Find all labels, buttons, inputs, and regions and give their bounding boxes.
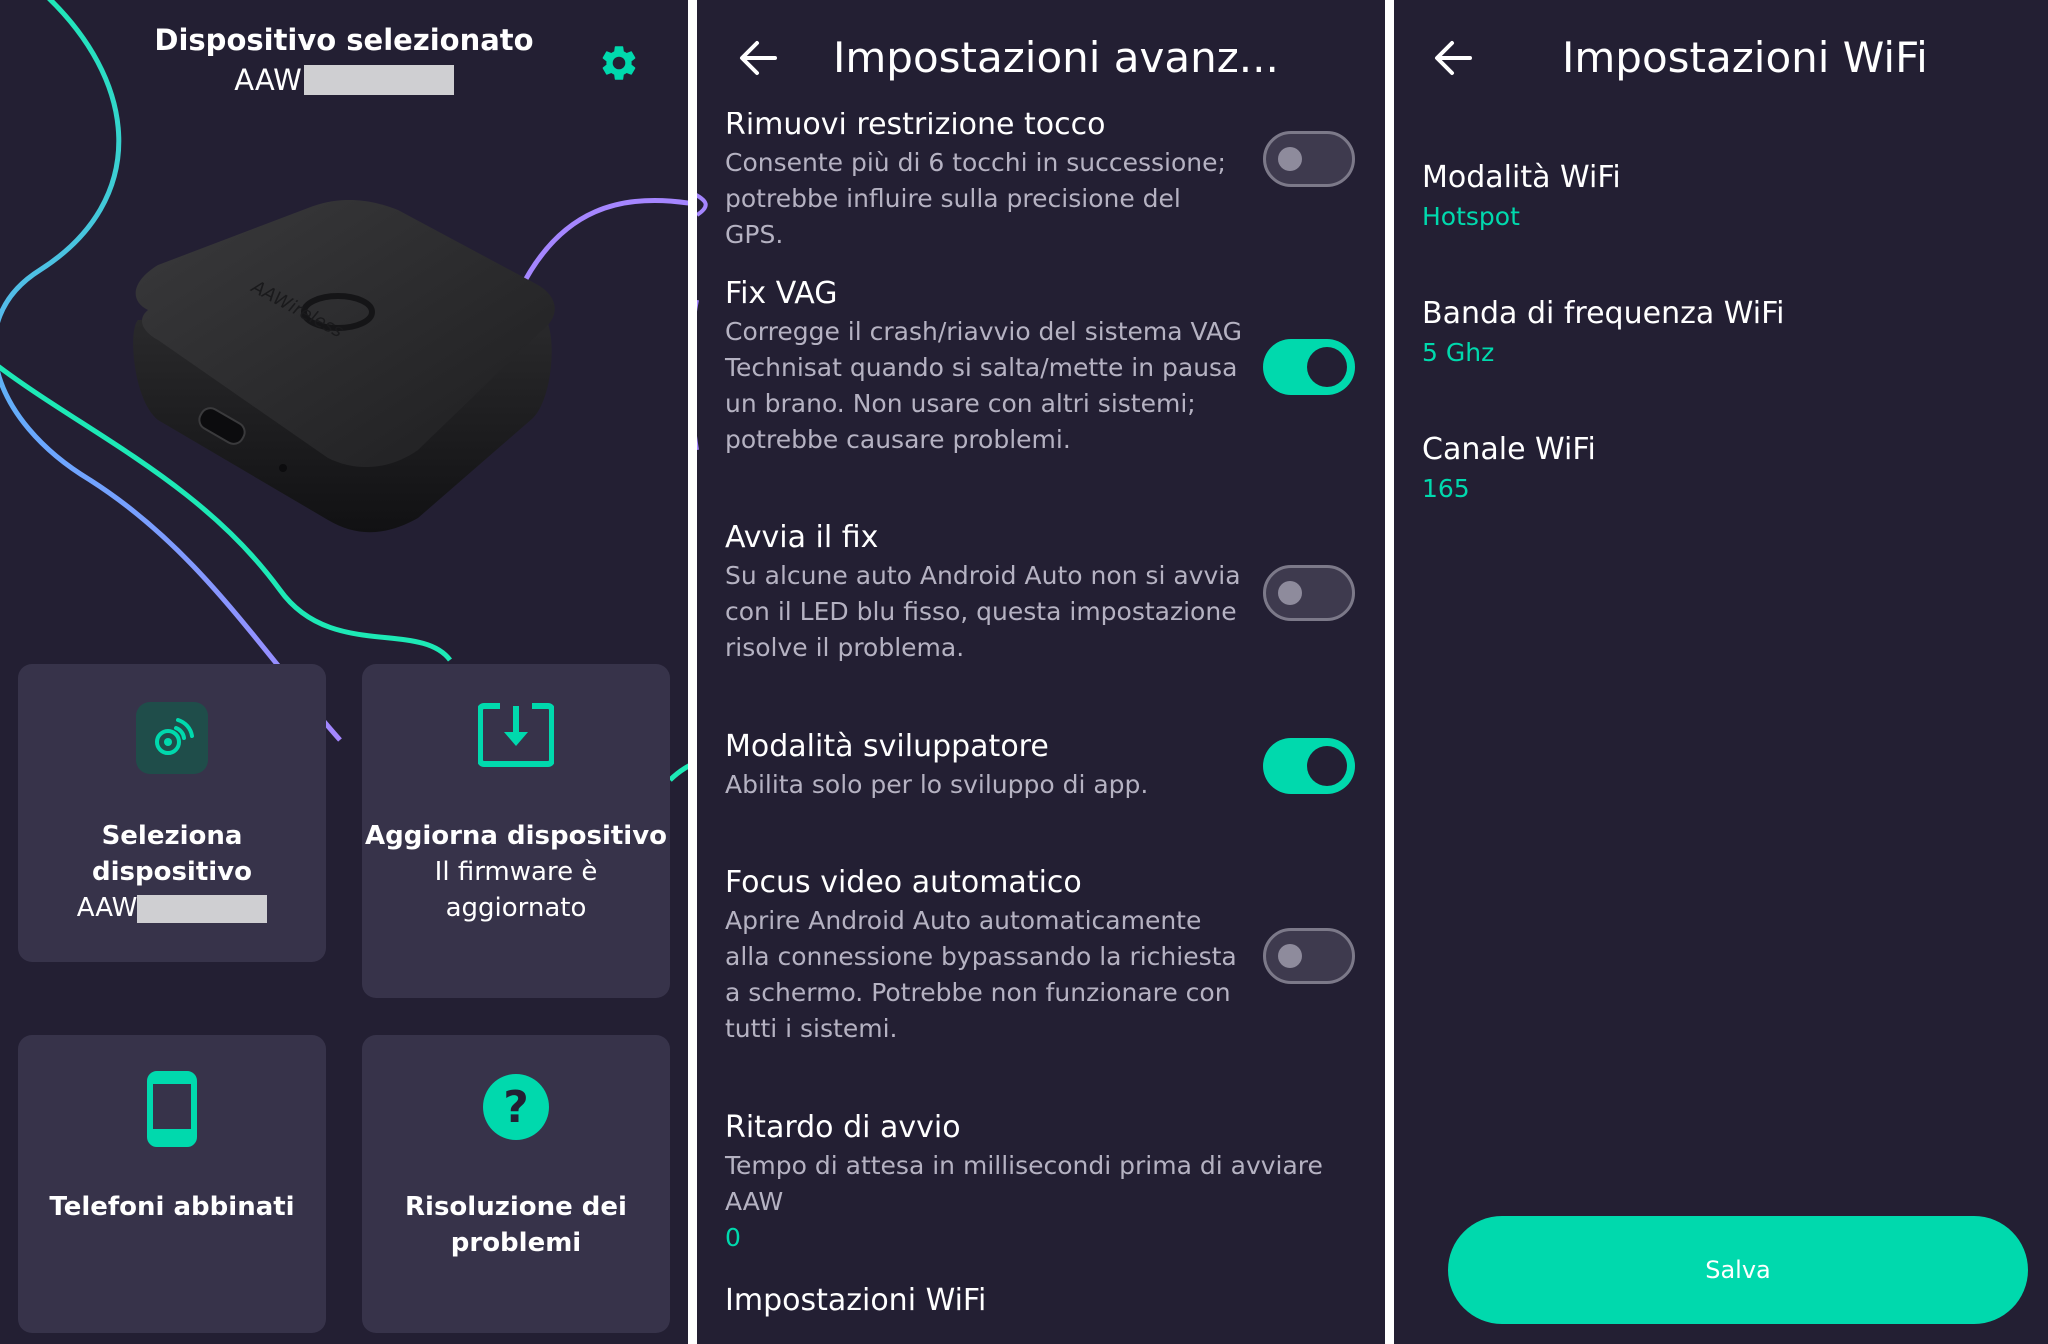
app-bar: Impostazioni avanz... (697, 0, 1385, 112)
touch-restriction-toggle[interactable] (1263, 131, 1355, 187)
device-image: AAWireless (133, 200, 555, 533)
selected-device-header: Dispositivo selezionato AAW (0, 20, 688, 100)
developer-mode-toggle[interactable] (1263, 738, 1355, 794)
boot-fix-toggle[interactable] (1263, 565, 1355, 621)
wifi-channel-item[interactable]: Canale WiFi 165 (1422, 430, 1596, 508)
setting-description: Su alcune auto Android Auto non si avvia… (725, 561, 1241, 662)
setting-description: Consente più di 6 tocchi in successione;… (725, 148, 1226, 249)
setting-title: Focus video automatico (725, 865, 1082, 900)
setting-title: Ritardo di avvio (725, 1110, 961, 1145)
auto-video-focus-toggle[interactable] (1263, 928, 1355, 984)
wifi-band-value: 5 Ghz (1422, 338, 1495, 367)
svg-text:?: ? (503, 1082, 529, 1133)
update-device-card[interactable]: Aggiorna dispositivo Il firmware è aggio… (362, 664, 670, 998)
smartphone-icon (147, 1071, 197, 1147)
save-button[interactable]: Salva (1448, 1216, 2028, 1324)
setting-description: Tempo di attesa in millisecondi prima di… (725, 1151, 1323, 1216)
selected-device-id: AAW (234, 60, 454, 100)
setting-title: Impostazioni WiFi (725, 1283, 987, 1318)
setting-title: Avvia il fix (725, 520, 879, 555)
fix-vag-toggle[interactable] (1263, 339, 1355, 395)
setting-wifi-settings[interactable]: Impostazioni WiFi (725, 1281, 1357, 1321)
update-device-title: Aggiorna dispositivo (364, 821, 668, 851)
setting-touch-restriction[interactable]: Rimuovi restrizione tocco Consente più d… (725, 105, 1357, 253)
setting-title: Modalità sviluppatore (725, 729, 1049, 764)
update-device-text: Aggiorna dispositivo Il firmware è aggio… (362, 818, 670, 926)
setting-description: Abilita solo per lo sviluppo di app. (725, 770, 1149, 799)
wifi-mode-label: Modalità WiFi (1422, 160, 1621, 195)
firmware-status: Il firmware è aggiornato (434, 857, 598, 923)
home-screen: Dispositivo selezionato AAW AAWireless S… (0, 0, 688, 1344)
gear-icon[interactable] (598, 42, 640, 84)
troubleshooting-card[interactable]: ? Risoluzione dei problemi (362, 1035, 670, 1333)
device-id-prefix: AAW (234, 63, 302, 97)
download-icon (478, 703, 554, 767)
paired-phones-text: Telefoni abbinati (18, 1189, 326, 1225)
redacted-serial (303, 65, 454, 95)
app-bar: Impostazioni WiFi (1394, 0, 2048, 115)
wifi-mode-value: Hotspot (1422, 202, 1520, 231)
troubleshooting-text: Risoluzione dei problemi (362, 1189, 670, 1261)
select-device-card[interactable]: Seleziona dispositivo AAW (18, 664, 326, 962)
aawireless-logo-icon (136, 702, 208, 774)
setting-description: Corregge il crash/riavvio del sistema VA… (725, 317, 1243, 454)
wifi-settings-screen: Impostazioni WiFi Modalità WiFi Hotspot … (1394, 0, 2048, 1344)
wifi-band-label: Banda di frequenza WiFi (1422, 296, 1785, 331)
redacted-serial (137, 894, 268, 923)
selected-device-title: Dispositivo selezionato (154, 23, 534, 57)
startup-delay-value: 0 (725, 1223, 741, 1252)
select-device-title: Seleziona dispositivo (91, 821, 252, 887)
select-device-id: AAW (77, 893, 268, 923)
wifi-channel-value: 165 (1422, 474, 1470, 503)
paired-phones-title: Telefoni abbinati (49, 1192, 295, 1222)
wifi-channel-label: Canale WiFi (1422, 432, 1596, 467)
wifi-band-item[interactable]: Banda di frequenza WiFi 5 Ghz (1422, 294, 1785, 372)
page-title: Impostazioni avanz... (833, 33, 1279, 82)
select-device-text: Seleziona dispositivo AAW (18, 818, 326, 926)
troubleshooting-title: Risoluzione dei problemi (405, 1192, 627, 1258)
setting-description: Aprire Android Auto automaticamente alla… (725, 906, 1237, 1043)
wifi-mode-item[interactable]: Modalità WiFi Hotspot (1422, 158, 1621, 236)
back-arrow-icon[interactable] (1434, 40, 1472, 76)
back-arrow-icon[interactable] (739, 40, 777, 76)
page-title: Impostazioni WiFi (1562, 33, 1928, 82)
help-icon: ? (483, 1074, 549, 1140)
advanced-settings-screen: Rimuovi restrizione tocco Consente più d… (697, 0, 1385, 1344)
paired-phones-card[interactable]: Telefoni abbinati (18, 1035, 326, 1333)
setting-startup-delay[interactable]: Ritardo di avvio Tempo di attesa in mill… (725, 1108, 1357, 1256)
setting-title: Fix VAG (725, 276, 838, 311)
